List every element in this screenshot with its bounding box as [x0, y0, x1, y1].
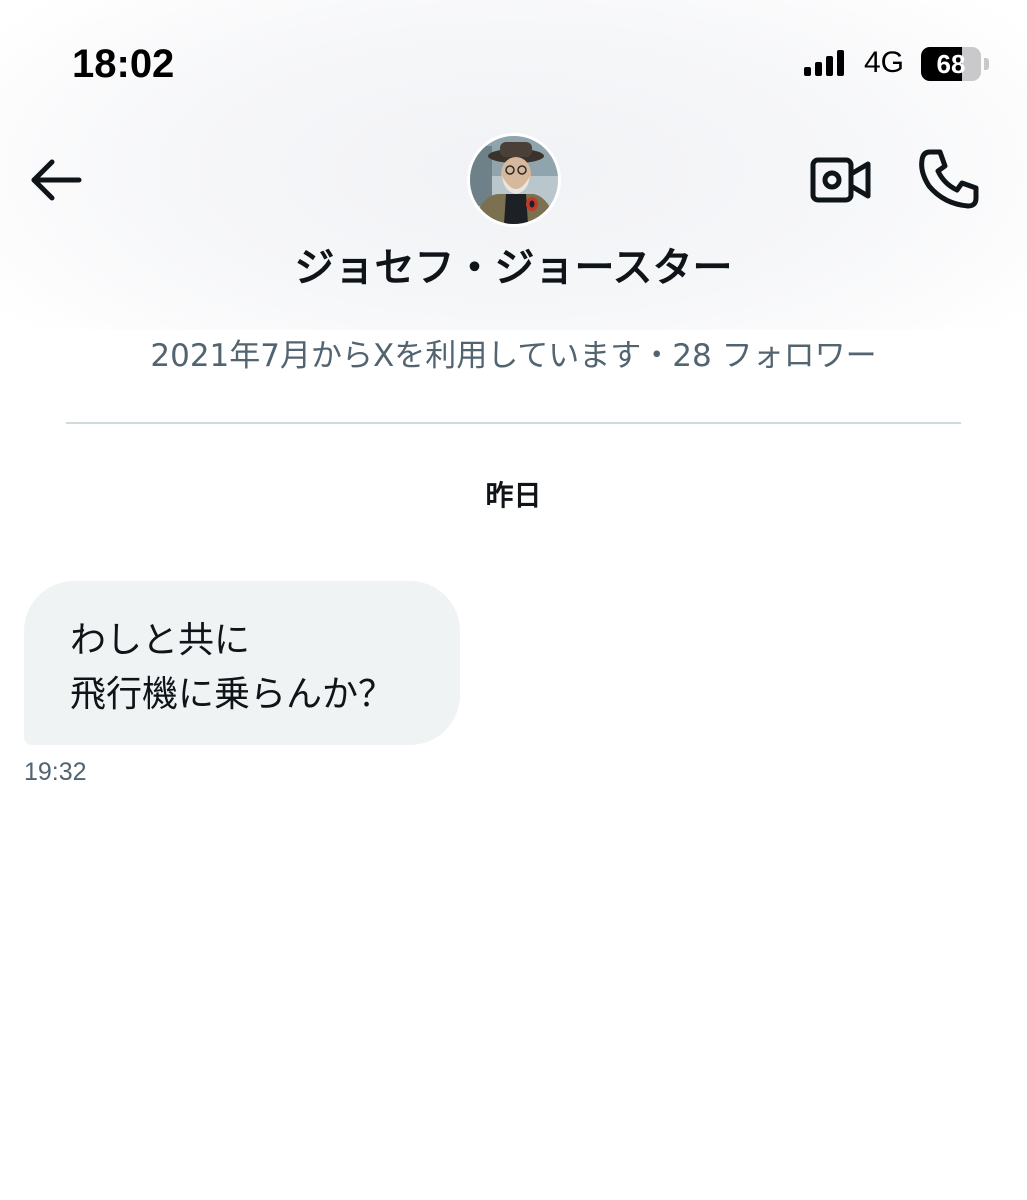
arrow-left-icon [31, 159, 82, 201]
message-timestamp: 19:32 [24, 758, 87, 786]
message-bubble[interactable]: わしと共に 飛行機に乗らんか？ [24, 581, 460, 745]
battery-level: 68 [936, 49, 966, 79]
avatar[interactable] [470, 136, 558, 224]
status-time: 18:02 [72, 42, 175, 86]
back-button[interactable] [26, 152, 86, 208]
contact-name[interactable]: ジョセフ・ジョースター [0, 240, 1027, 296]
cellular-signal-icon [804, 50, 844, 76]
video-camera-icon [810, 157, 871, 203]
voice-call-button[interactable] [916, 146, 982, 212]
date-separator: 昨日 [485, 479, 542, 512]
battery-icon: 68 [921, 47, 991, 81]
message-text-line: 飛行機に乗らんか？ [70, 674, 395, 715]
network-type: 4G [864, 46, 905, 79]
battery-tip [984, 58, 989, 70]
phone-icon [919, 149, 979, 209]
divider [66, 422, 961, 424]
message-text-line: わしと共に [70, 620, 251, 661]
video-call-button[interactable] [808, 152, 874, 208]
avatar-image [470, 136, 558, 224]
battery-body: 68 [921, 47, 981, 81]
contact-meta: 2021年7月からXを利用しています・28 フォロワー [150, 338, 877, 374]
